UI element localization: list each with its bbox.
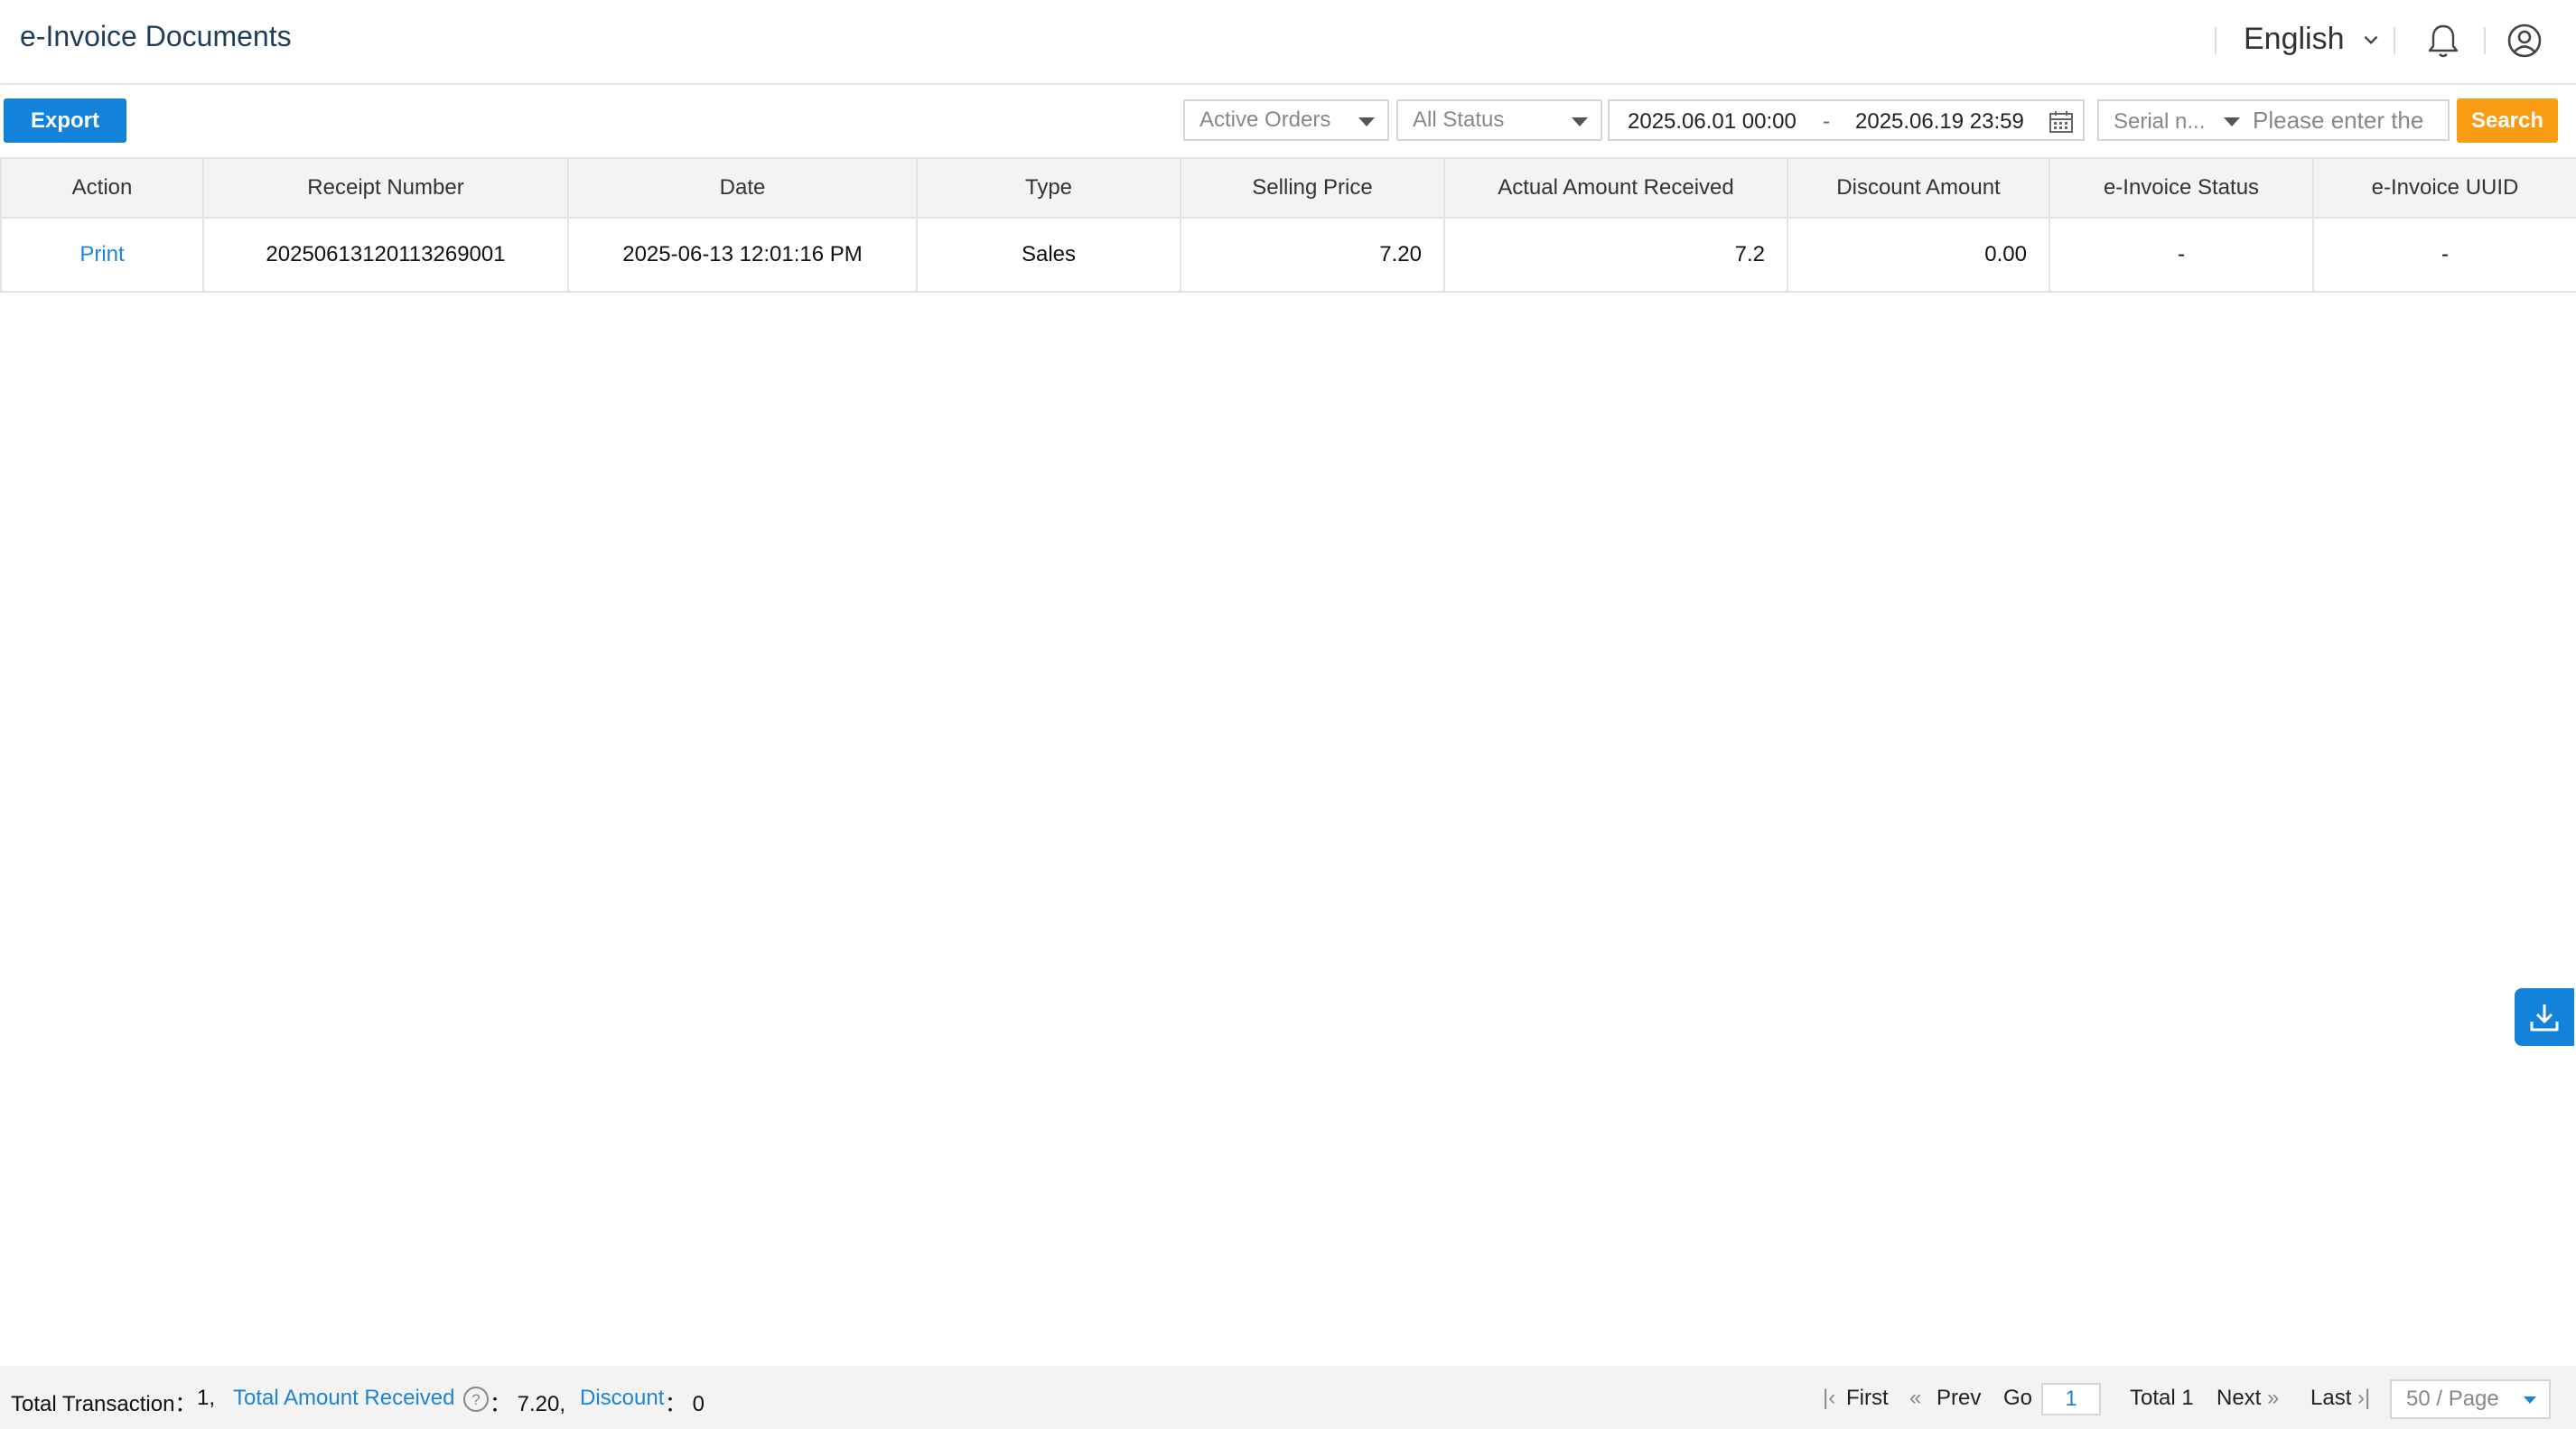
column-header: Actual Amount Received [1443, 157, 1788, 219]
caret-down-icon [1358, 117, 1375, 126]
prev-page-button[interactable]: Prev [1937, 1386, 1981, 1411]
column-header: Type [916, 157, 1181, 219]
table-header-row: Action Receipt Number Date Type Selling … [0, 157, 2576, 219]
date-end[interactable]: 2025.06.19 23:59 [1855, 109, 2024, 135]
download-icon [2530, 1004, 2559, 1032]
column-header: Receipt Number [202, 157, 569, 219]
column-header: Selling Price [1180, 157, 1445, 219]
actual-amount-cell: 7.2 [1443, 217, 1788, 293]
column-header: Date [567, 157, 918, 219]
type-cell: Sales [916, 217, 1181, 293]
discount-label: Discount [580, 1386, 665, 1410]
svg-text:?: ? [471, 1391, 480, 1408]
calendar-icon[interactable] [2049, 110, 2074, 134]
date-range-picker[interactable]: 2025.06.01 00:00 - 2025.06.19 23:59 [1608, 99, 2085, 141]
user-icon[interactable] [2504, 20, 2545, 61]
status-filter-select[interactable]: All Status [1396, 99, 1602, 141]
help-icon[interactable]: ? [462, 1386, 490, 1413]
serial-search-group: Serial n... [2097, 99, 2450, 141]
chevron-down-icon [2364, 35, 2377, 44]
order-filter-select[interactable]: Active Orders [1183, 99, 1389, 141]
last-page-button[interactable]: Last [2310, 1386, 2351, 1411]
next-icon: » [2267, 1386, 2280, 1410]
next-page-button[interactable]: Next [2217, 1386, 2261, 1411]
discount-amount-cell: 0.00 [1787, 217, 2050, 293]
date-cell: 2025-06-13 12:01:16 PM [567, 217, 918, 293]
search-button[interactable]: Search [2457, 98, 2558, 143]
status-filter-value: All Status [1413, 107, 1505, 132]
total-transaction-value: 1, [197, 1386, 216, 1410]
last-icon: ›| [2357, 1386, 2371, 1410]
footer-bar: Total Transaction： 1, Total Amount Recei… [0, 1366, 2576, 1429]
caret-down-icon [1572, 117, 1588, 126]
header-divider [2215, 27, 2217, 54]
caret-down-icon [2224, 117, 2240, 126]
date-start[interactable]: 2025.06.01 00:00 [1628, 109, 1797, 135]
page-size-select[interactable]: 50 / Page [2390, 1379, 2551, 1419]
column-header: e-Invoice Status [2049, 157, 2314, 219]
column-header: Discount Amount [1787, 157, 2050, 219]
page-number-input[interactable] [2041, 1383, 2101, 1415]
print-link[interactable]: Print [79, 242, 124, 266]
invoice-table: Action Receipt Number Date Type Selling … [0, 157, 2576, 293]
page-title: e-Invoice Documents [20, 20, 292, 52]
total-transaction-label: Total Transaction： [11, 1392, 197, 1416]
first-page-button[interactable]: First [1846, 1386, 1889, 1411]
column-header: Action [0, 157, 204, 219]
prev-icon: « [1909, 1386, 1922, 1410]
bell-icon[interactable] [2422, 20, 2464, 61]
selling-price-cell: 7.20 [1180, 217, 1445, 293]
discount-value: ： 0 [665, 1392, 705, 1416]
table-row: Print 20250613120113269001 2025-06-13 12… [0, 217, 2576, 293]
search-field-select[interactable]: Serial n... [2114, 109, 2205, 135]
caret-down-icon [2524, 1396, 2536, 1404]
language-selector[interactable]: English [2244, 22, 2381, 57]
go-label: Go [2003, 1386, 2033, 1410]
date-separator: - [1823, 109, 1830, 134]
total-amount-label: Total Amount Received [233, 1386, 455, 1410]
einvoice-uuid-cell: - [2312, 217, 2576, 293]
language-label: English [2244, 22, 2345, 56]
order-filter-value: Active Orders [1199, 107, 1331, 132]
total-amount-value: ： 7.20, [490, 1392, 566, 1416]
column-header: e-Invoice UUID [2312, 157, 2576, 219]
top-header: e-Invoice Documents English [0, 0, 2576, 85]
export-button[interactable]: Export [4, 98, 126, 143]
page-size-value: 50 / Page [2406, 1387, 2499, 1411]
header-divider [2394, 27, 2395, 54]
receipt-number-cell: 20250613120113269001 [202, 217, 569, 293]
header-divider [2484, 27, 2486, 54]
first-icon: |‹ [1823, 1386, 1836, 1410]
floating-download-button[interactable] [2515, 988, 2574, 1046]
einvoice-status-cell: - [2049, 217, 2314, 293]
search-input[interactable] [2253, 105, 2442, 135]
total-pages: Total 1 [2130, 1386, 2194, 1410]
action-cell: Print [0, 217, 204, 293]
